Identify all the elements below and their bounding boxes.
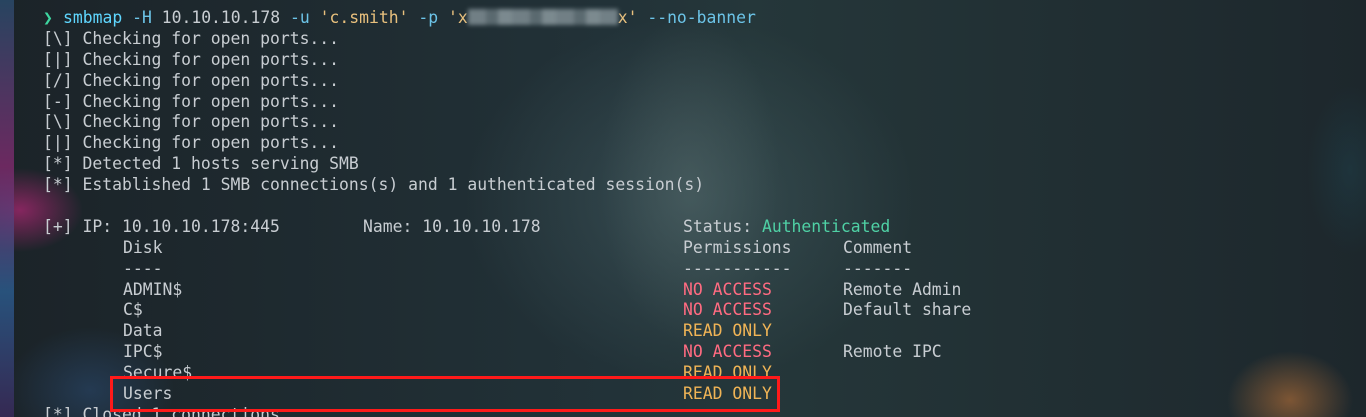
share-comment: Remote Admin [843, 279, 962, 299]
output-line: [|] Checking for open ports... [43, 133, 340, 153]
host-ip: 10.10.10.178:445 [121, 216, 280, 236]
table-row: IPC$ NO ACCESS Remote IPC [43, 342, 1343, 363]
highlight-box [110, 376, 780, 412]
table-row: Data READ ONLY [43, 321, 1343, 342]
command-flag-banner: --no-banner [647, 8, 756, 27]
wallpaper-neon-edge [0, 0, 14, 417]
header-permissions: Permissions [683, 237, 792, 257]
host-prefix: [+] IP: [43, 216, 122, 236]
command-flag-pass: -p [418, 8, 439, 27]
separator-comment: ------- [843, 258, 913, 278]
header-comment: Comment [843, 237, 913, 257]
share-permission: NO ACCESS [683, 342, 772, 362]
share-comment: Default share [843, 300, 972, 320]
host-info-line: [+] IP: 10.10.10.178:445 Name: 10.10.10.… [43, 217, 1343, 238]
output-line: [*] Detected 1 hosts serving SMB [43, 154, 359, 174]
command-host: 10.10.10.178 [161, 8, 281, 27]
command-program: smbmap [63, 8, 123, 27]
table-header: Disk Permissions Comment [43, 238, 1343, 259]
host-name-label: Name: [363, 216, 423, 236]
output-line: [/] Checking for open ports... [43, 70, 340, 90]
output-line: [|] Checking for open ports... [43, 49, 340, 69]
share-permission: NO ACCESS [683, 279, 772, 299]
table-row: C$ NO ACCESS Default share [43, 300, 1343, 321]
separator-disk: ---- [123, 258, 163, 278]
command-line: ❯ smbmap -H 10.10.10.178 -u 'c.smith' -p … [43, 8, 1343, 29]
share-name: IPC$ [123, 342, 163, 362]
host-name: 10.10.10.178 [422, 216, 541, 236]
share-name: ADMIN$ [123, 279, 183, 299]
command-pass-end: x' [617, 8, 638, 27]
redacted-password [467, 9, 618, 25]
output-line: [\] Checking for open ports... [43, 112, 340, 132]
share-permission: NO ACCESS [683, 300, 772, 320]
command-flag-user: -u [290, 8, 310, 27]
status-badge: Authenticated [761, 216, 891, 236]
status-label: Status: [683, 216, 762, 236]
terminal-output[interactable]: ❯ smbmap -H 10.10.10.178 -u 'c.smith' -p … [43, 8, 1343, 417]
output-line: [-] Checking for open ports... [43, 91, 340, 111]
share-name: Data [123, 321, 163, 341]
table-separator: ---- ----------- ------- [43, 259, 1343, 280]
share-comment: Remote IPC [843, 342, 942, 362]
share-permission: READ ONLY [683, 321, 772, 341]
command-user: 'c.smith' [319, 8, 409, 27]
output-line: [\] Checking for open ports... [43, 28, 340, 48]
table-row: ADMIN$ NO ACCESS Remote Admin [43, 280, 1343, 301]
command-pass-start: 'x [447, 8, 468, 27]
header-disk: Disk [123, 237, 163, 257]
output-line: [*] Established 1 SMB connections(s) and… [43, 175, 705, 195]
share-name: C$ [123, 300, 143, 320]
separator-permissions: ----------- [683, 258, 792, 278]
prompt-icon: ❯ [43, 8, 53, 27]
command-flag-host: -H [132, 8, 152, 27]
